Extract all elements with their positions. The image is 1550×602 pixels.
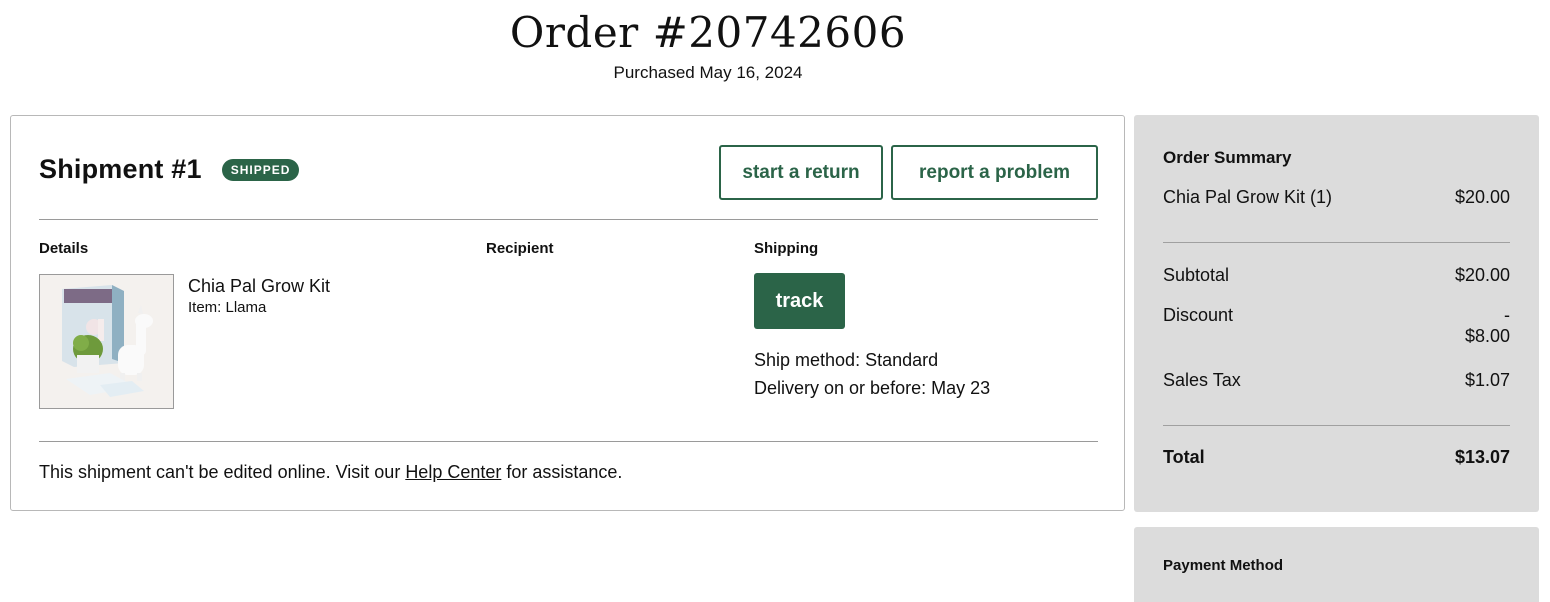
summary-item-label: Chia Pal Grow Kit (1) [1163,187,1333,207]
product-name[interactable]: Chia Pal Grow Kit [188,276,330,297]
delivery-date: Delivery on or before: May 23 [754,378,991,398]
track-button[interactable]: track [754,273,845,329]
purchase-date: Purchased May 16, 2024 [613,63,803,82]
total-row: Total $13.07 [1163,447,1510,468]
details-label: Details [39,240,89,257]
product-illustration [40,275,173,408]
ship-method: Ship method: Standard [754,350,939,370]
help-center-link[interactable]: Help Center [405,462,501,482]
divider [39,441,1098,442]
payment-method-panel: Payment Method [1134,527,1539,602]
sales-tax-row: Sales Tax $1.07 [1163,370,1510,391]
report-problem-button[interactable]: report a problem [891,145,1098,200]
subtotal-amount: $20.00 [1454,265,1510,285]
product-variant: Item: Llama [188,299,267,316]
shipment-heading: Shipment #1 SHIPPED [39,154,300,185]
sales-tax-label: Sales Tax [1163,370,1241,390]
recipient-label: Recipient [486,240,554,257]
shipment-title: Shipment #1 [39,154,202,184]
summary-item-row: Chia Pal Grow Kit (1) $20.00 [1163,187,1510,208]
sales-tax-amount: $1.07 [1464,370,1510,390]
start-return-button[interactable]: start a return [719,145,883,200]
edit-note-text: This shipment can't be edited online. Vi… [39,462,406,482]
status-badge: SHIPPED [221,158,300,181]
product-image[interactable] [39,274,174,409]
discount-label: Discount [1163,305,1234,325]
subtotal-row: Subtotal $20.00 [1163,265,1510,286]
total-amount: $13.07 [1454,447,1510,467]
edit-note-tail: for assistance. [501,462,623,482]
payment-method-title: Payment Method [1163,557,1284,574]
shipping-label: Shipping [754,240,819,257]
subtotal-label: Subtotal [1163,265,1230,285]
edit-note: This shipment can't be edited online. Vi… [39,462,622,483]
page-title: Order #20742606 [509,8,907,57]
order-summary-panel: Order Summary Chia Pal Grow Kit (1) $20.… [1134,115,1539,512]
shipment-card: Shipment #1 SHIPPED start a return repor… [10,115,1125,511]
discount-amount: - $8.00 [1464,305,1510,346]
order-summary-title: Order Summary [1163,148,1292,167]
divider [1163,242,1510,243]
order-header: Order #20742606 Purchased May 16, 2024 [0,0,1416,83]
total-label: Total [1163,447,1205,467]
summary-item-amount: $20.00 [1454,187,1510,207]
divider [39,219,1098,220]
divider [1163,425,1510,426]
discount-row: Discount - $8.00 [1163,305,1510,347]
